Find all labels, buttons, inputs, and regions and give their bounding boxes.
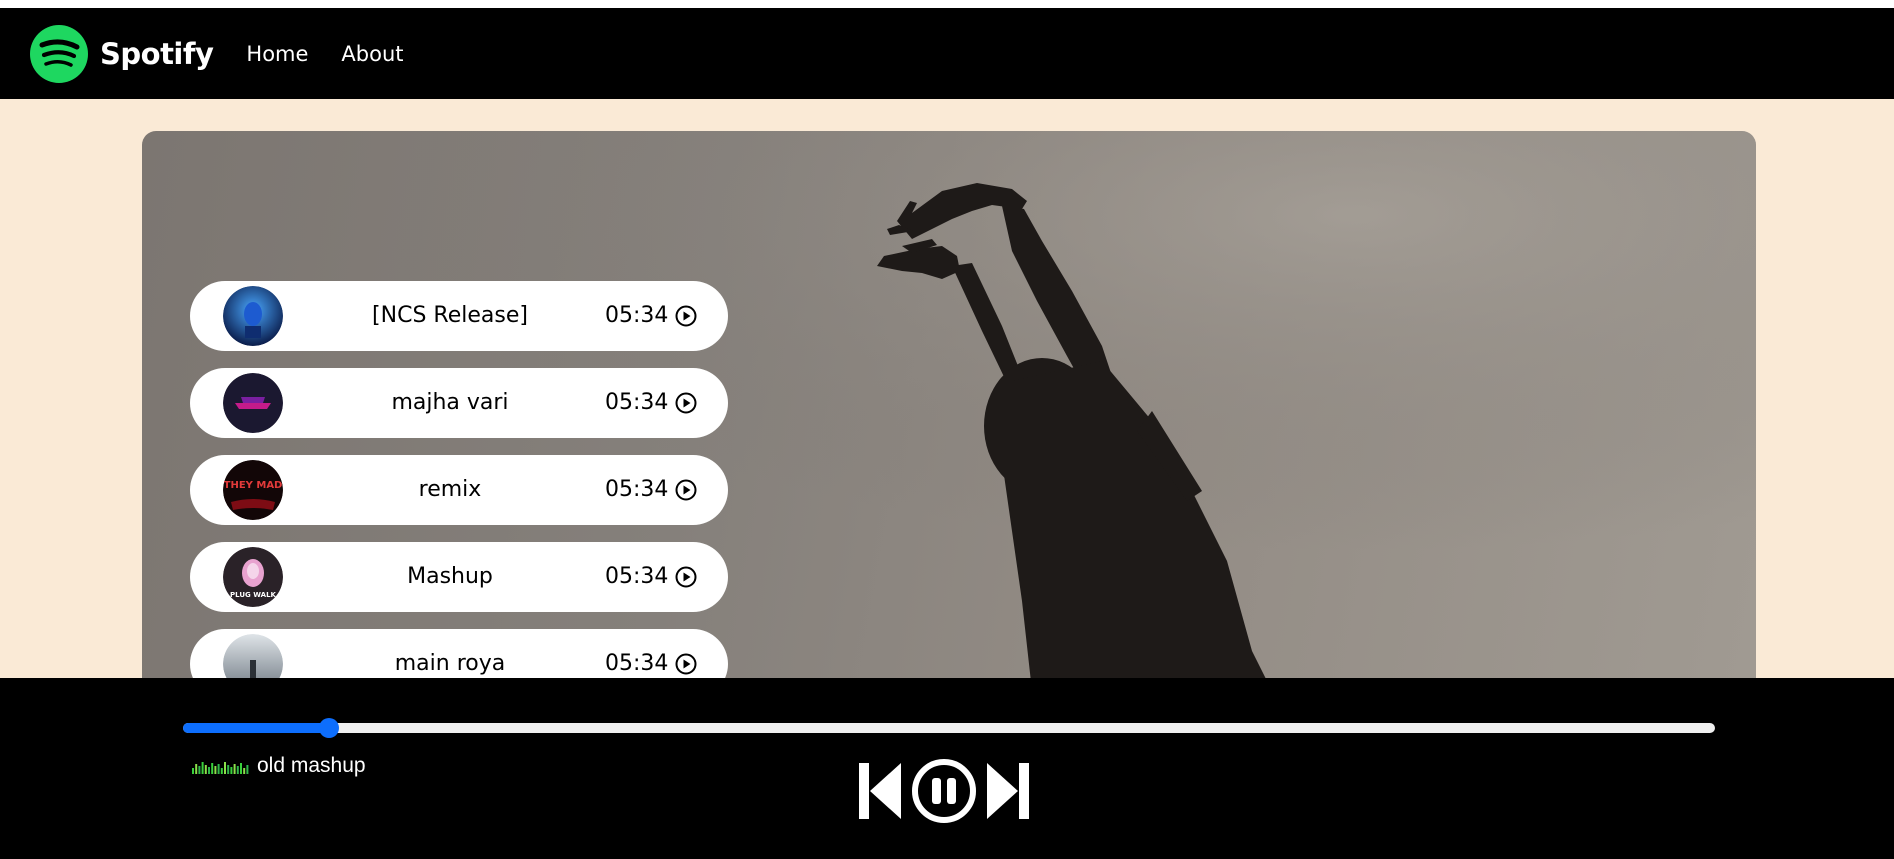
cover-text: PLUG WALK: [230, 591, 276, 599]
song-list: [NCS Release] 05:34 majha vari 05:34 THE…: [190, 281, 728, 678]
song-duration: 05:34: [605, 477, 669, 502]
song-name: remix: [418, 477, 482, 502]
nav-link-home[interactable]: Home: [246, 42, 308, 66]
play-circle-icon[interactable]: [675, 653, 697, 675]
song-cover-image: [223, 286, 283, 346]
equalizer-bar: [204, 765, 207, 774]
song-item[interactable]: THEY MAD remix 05:34: [190, 455, 728, 525]
song-name: [NCS Release]: [372, 303, 528, 328]
song-duration: 05:34: [605, 303, 669, 328]
equalizer-bar: [208, 767, 210, 774]
progress-bar[interactable]: [183, 718, 1715, 738]
equalizer-bar: [243, 768, 246, 774]
equalizer-bar: [224, 762, 226, 774]
song-cover-image: THEY MAD: [223, 460, 283, 520]
song-name: majha vari: [391, 390, 509, 415]
equalizer-bar: [240, 763, 242, 774]
nav-link-about[interactable]: About: [341, 42, 403, 66]
song-item[interactable]: main roya 05:34: [190, 629, 728, 678]
progress-thumb[interactable]: [318, 718, 339, 738]
song-item[interactable]: [NCS Release] 05:34: [190, 281, 728, 351]
play-circle-icon[interactable]: [675, 305, 697, 327]
song-item[interactable]: majha vari 05:34: [190, 368, 728, 438]
song-name: main roya: [394, 651, 506, 676]
now-playing-title: old mashup: [257, 754, 366, 777]
equalizer-bar: [233, 764, 236, 774]
equalizer-bar: [217, 764, 220, 774]
brand-name[interactable]: Spotify: [100, 37, 214, 71]
song-cover-image: [223, 634, 283, 678]
equalizer-bar: [246, 765, 249, 774]
song-cover-image: [223, 373, 283, 433]
main-content: [NCS Release] 05:34 majha vari 05:34 THE…: [0, 99, 1894, 678]
song-name: Mashup: [407, 564, 493, 589]
song-item[interactable]: PLUG WALK Mashup 05:34: [190, 542, 728, 612]
equalizer-bar: [198, 766, 201, 774]
hero-background-image: [NCS Release] 05:34 majha vari 05:34 THE…: [142, 131, 1756, 678]
pause-circle-icon[interactable]: [911, 758, 977, 824]
now-playing: old mashup: [192, 754, 366, 778]
equalizer-bar: [230, 767, 233, 774]
equalizer-bar: [227, 765, 230, 774]
equalizer-bar: [236, 766, 239, 774]
equalizer-bar: [214, 766, 217, 774]
song-duration: 05:34: [605, 390, 669, 415]
equalizer-bar: [211, 763, 214, 774]
equalizer-bar: [192, 768, 194, 774]
spotify-logo-icon[interactable]: [30, 24, 88, 83]
equalizer-bar: [195, 764, 198, 774]
cover-text: THEY MAD: [224, 480, 283, 491]
equalizer-icon: [192, 762, 249, 774]
song-duration: 05:34: [605, 651, 669, 676]
play-circle-icon[interactable]: [675, 479, 697, 501]
song-duration: 05:34: [605, 564, 669, 589]
previous-icon[interactable]: [858, 760, 902, 822]
progress-fill: [183, 723, 329, 733]
equalizer-bar: [220, 768, 223, 774]
song-cover-image: PLUG WALK: [223, 547, 283, 607]
next-icon[interactable]: [986, 760, 1030, 822]
player-bar: old mashup: [0, 678, 1894, 859]
playback-controls: [858, 758, 1030, 824]
play-circle-icon[interactable]: [675, 566, 697, 588]
equalizer-bar: [201, 762, 204, 774]
navbar: Spotify Home About: [0, 8, 1894, 99]
play-circle-icon[interactable]: [675, 392, 697, 414]
